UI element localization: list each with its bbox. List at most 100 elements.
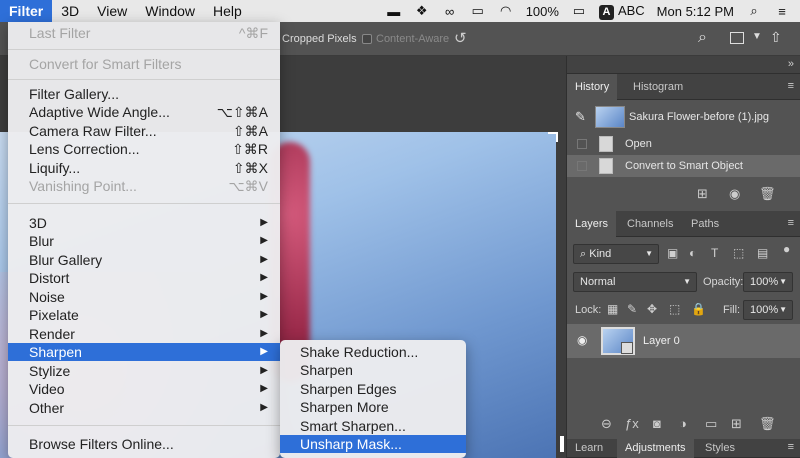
tab-learn[interactable]: Learn: [567, 439, 611, 458]
layer-filter-kind[interactable]: ⌕ Kind ▼: [573, 244, 659, 264]
tab-history[interactable]: History: [567, 74, 618, 100]
crop-handle-right[interactable]: [560, 436, 564, 452]
cropped-pixels-label[interactable]: Cropped Pixels: [282, 33, 357, 45]
filter-smart-object-icon[interactable]: ▤: [757, 246, 768, 260]
menu-3d[interactable]: 3D: [52, 0, 88, 22]
panel-menu-icon[interactable]: ≡: [788, 80, 795, 92]
mask-icon[interactable]: ◙: [653, 416, 661, 431]
menu-item-label: Shake Reduction...: [300, 344, 419, 360]
menu-item-liquify[interactable]: Liquify... ⇧⌘X: [8, 159, 280, 177]
adjustment-layer-icon[interactable]: ◑: [679, 416, 687, 431]
menu-item-unsharp-mask[interactable]: Unsharp Mask...: [280, 435, 466, 453]
menu-filter[interactable]: Filter: [0, 0, 53, 22]
menu-item-stylize[interactable]: Stylize ▶: [8, 362, 280, 380]
tab-layers[interactable]: Layers: [567, 211, 617, 237]
search-icon-toolbar[interactable]: ⌕: [698, 29, 707, 47]
fill-field[interactable]: 100% ▼: [743, 300, 793, 320]
opacity-field[interactable]: 100% ▼: [743, 272, 793, 292]
share-icon[interactable]: ⇧: [770, 29, 782, 46]
menu-item-last-filter[interactable]: Last Filter ^⌘F: [8, 24, 280, 42]
tab-adjustments[interactable]: Adjustments: [617, 439, 694, 458]
menu-item-sharpen-basic[interactable]: Sharpen: [280, 361, 466, 379]
menu-item-render[interactable]: Render ▶: [8, 325, 280, 343]
control-center-icon[interactable]: ≡: [774, 4, 790, 19]
history-state[interactable]: Convert to Smart Object: [567, 155, 800, 177]
menu-item-sharpen[interactable]: Sharpen ▶: [8, 343, 280, 361]
input-source[interactable]: A ABC: [598, 3, 645, 20]
tab-styles[interactable]: Styles: [697, 439, 743, 458]
menu-item-blur[interactable]: Blur ▶: [8, 232, 280, 250]
reset-icon[interactable]: ↺: [454, 29, 467, 47]
new-document-icon[interactable]: ⊞: [697, 186, 708, 202]
fx-icon[interactable]: ƒx: [625, 416, 639, 431]
creative-cloud-icon[interactable]: ∞: [442, 4, 458, 19]
trash-icon[interactable]: 🗑: [759, 186, 776, 202]
filter-adjustment-icon[interactable]: ◐: [689, 246, 696, 260]
panel-menu-icon[interactable]: ≡: [788, 217, 795, 229]
wifi-icon[interactable]: ◠: [498, 3, 514, 19]
filter-shape-icon[interactable]: ⬚: [733, 246, 744, 260]
crop-handle-top-right[interactable]: [548, 132, 558, 142]
menu-item-video[interactable]: Video ▶: [8, 380, 280, 398]
menu-item-adaptive-wide-angle[interactable]: Adaptive Wide Angle... ⌥⇧⌘A: [8, 103, 280, 121]
camera-icon[interactable]: ◉: [729, 186, 740, 202]
link-icon[interactable]: ⊖: [601, 416, 612, 432]
menu-item-sharpen-more[interactable]: Sharpen More: [280, 398, 466, 416]
clock[interactable]: Mon 5:12 PM: [657, 4, 734, 19]
filter-type-icon[interactable]: T: [711, 246, 718, 260]
menu-item-label: Sharpen More: [300, 399, 389, 415]
menu-item-other[interactable]: Other ▶: [8, 399, 280, 417]
history-state-checkbox[interactable]: [577, 139, 587, 149]
eye-icon[interactable]: ◉: [577, 333, 587, 347]
dropbox-icon[interactable]: ❖: [414, 3, 430, 19]
folder-icon[interactable]: ▭: [705, 416, 717, 432]
menu-item-distort[interactable]: Distort ▶: [8, 269, 280, 287]
filter-toggle-icon[interactable]: ●: [783, 242, 790, 256]
tab-paths[interactable]: Paths: [683, 211, 727, 237]
content-aware-option[interactable]: Content-Aware: [362, 33, 449, 45]
history-state[interactable]: Open: [567, 133, 800, 155]
menu-item-lens-correction[interactable]: Lens Correction... ⇧⌘R: [8, 140, 280, 158]
tab-histogram[interactable]: Histogram: [625, 74, 691, 100]
history-state-label: Open: [625, 138, 652, 150]
blend-mode-select[interactable]: Normal ▼: [573, 272, 697, 292]
history-state-checkbox[interactable]: [577, 161, 587, 171]
menu-item-shake-reduction[interactable]: Shake Reduction...: [280, 343, 466, 361]
menu-item-sharpen-edges[interactable]: Sharpen Edges: [280, 380, 466, 398]
menu-item-noise[interactable]: Noise ▶: [8, 288, 280, 306]
menu-item-filter-gallery[interactable]: Filter Gallery...: [8, 85, 280, 103]
layer-row[interactable]: ◉ Layer 0: [567, 324, 800, 358]
filter-pixel-icon[interactable]: ▣: [667, 246, 678, 260]
history-snapshot[interactable]: ✎ Sakura Flower-before (1).jpg: [567, 102, 800, 132]
search-icon[interactable]: ⌕: [746, 3, 762, 19]
menu-item-convert-smart-filters[interactable]: Convert for Smart Filters: [8, 55, 280, 73]
menu-item-browse-filters-online[interactable]: Browse Filters Online...: [8, 435, 280, 453]
workspace-icon[interactable]: [730, 32, 744, 44]
lock-artboard-icon[interactable]: ⬚: [669, 302, 680, 316]
menu-item-vanishing-point[interactable]: Vanishing Point... ⌥⌘V: [8, 177, 280, 195]
menu-item-pixelate[interactable]: Pixelate ▶: [8, 306, 280, 324]
menu-help[interactable]: Help: [204, 0, 251, 22]
layer-name[interactable]: Layer 0: [643, 335, 680, 347]
menu-item-3d[interactable]: 3D ▶: [8, 214, 280, 232]
menu-view[interactable]: View: [88, 0, 136, 22]
menu-window[interactable]: Window: [136, 0, 204, 22]
content-aware-checkbox[interactable]: [362, 34, 372, 44]
new-layer-icon[interactable]: ⊞: [731, 416, 742, 432]
trash-icon[interactable]: 🗑: [759, 416, 776, 432]
airplay-icon[interactable]: ▭: [470, 3, 486, 19]
lock-position-icon[interactable]: ✥: [647, 302, 657, 316]
lock-all-icon[interactable]: 🔒: [691, 302, 706, 316]
menu-item-smart-sharpen[interactable]: Smart Sharpen...: [280, 417, 466, 435]
tab-channels[interactable]: Channels: [619, 211, 681, 237]
lock-pixels-icon[interactable]: ✎: [627, 302, 637, 316]
menu-item-blur-gallery[interactable]: Blur Gallery ▶: [8, 251, 280, 269]
display-icon[interactable]: ▬: [386, 4, 402, 19]
battery-icon[interactable]: ▭: [571, 3, 587, 19]
history-brush-icon[interactable]: ✎: [575, 109, 586, 125]
chevron-down-icon[interactable]: ▼: [752, 31, 762, 42]
lock-transparency-icon[interactable]: ▦: [607, 302, 618, 316]
panel-menu-icon[interactable]: ≡: [788, 441, 795, 453]
collapse-icon[interactable]: »: [788, 58, 794, 70]
menu-item-camera-raw-filter[interactable]: Camera Raw Filter... ⇧⌘A: [8, 122, 280, 140]
